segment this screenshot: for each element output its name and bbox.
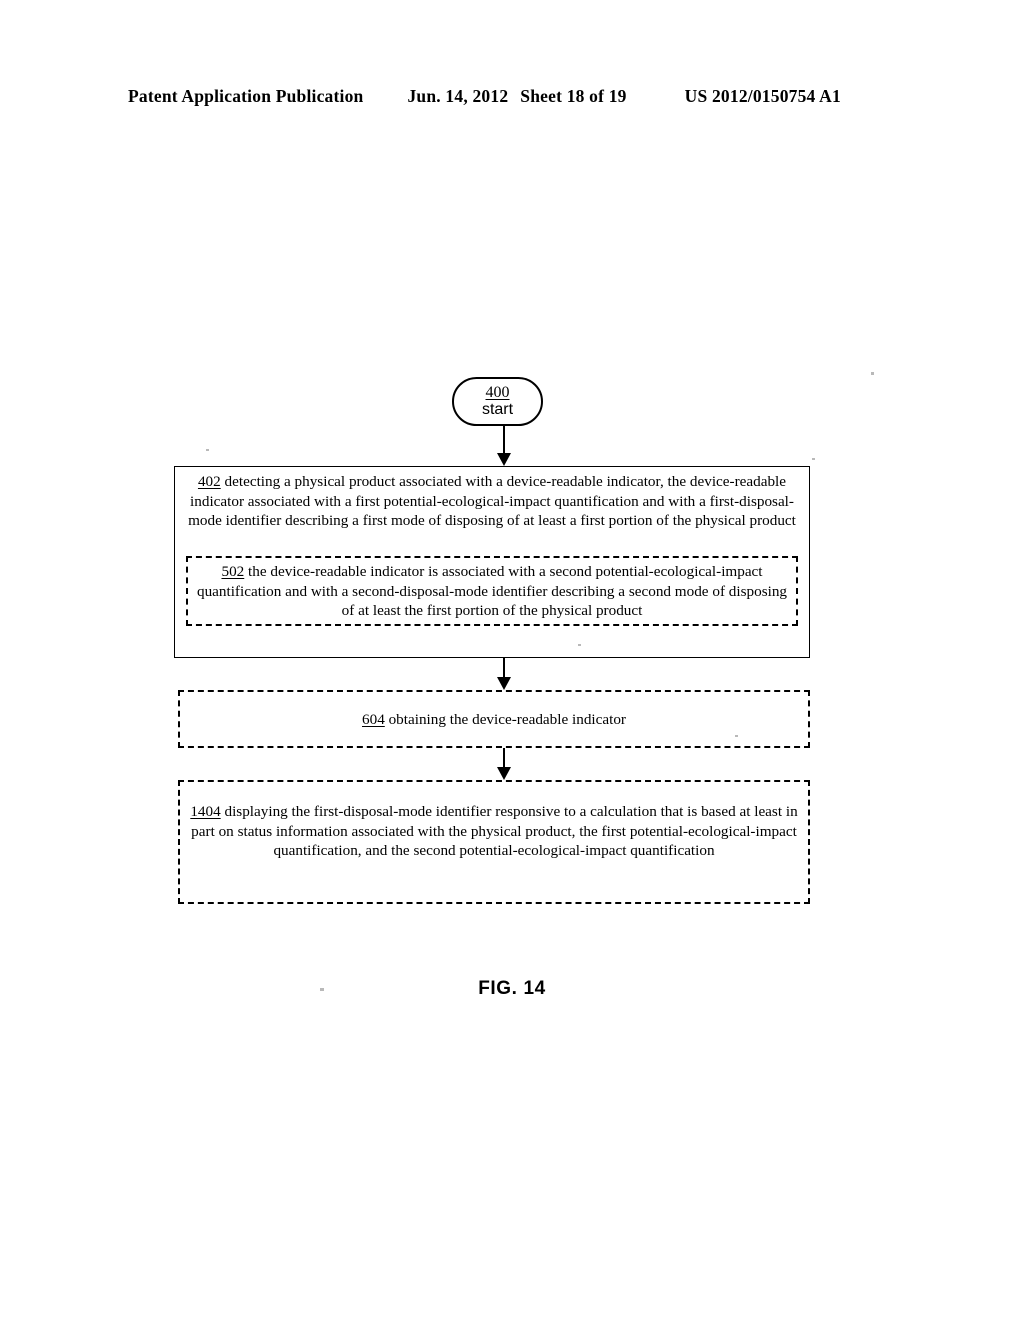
arrow-shaft (503, 426, 505, 454)
arrow-shaft (503, 748, 505, 768)
scan-speck (735, 735, 738, 737)
step-604-ref: 604 (362, 711, 385, 728)
flowchart-figure: 400 start 402 detecting a physical produ… (0, 0, 1024, 1320)
step-402-body: detecting a physical product associated … (188, 473, 796, 529)
connector-arrow-402-to-604 (497, 658, 511, 691)
step-402-text: 402 detecting a physical product associa… (175, 467, 809, 531)
start-node-ref: 400 (485, 384, 510, 401)
step-402-ref: 402 (197, 473, 221, 490)
step-502-body: the device-readable indicator is associa… (196, 563, 788, 619)
figure-caption: FIG. 14 (478, 978, 546, 999)
connector-arrow-start-to-402 (497, 426, 511, 467)
step-1404-text: 1404 displaying the first-disposal-mode … (180, 782, 808, 861)
scan-speck (206, 449, 209, 451)
scan-speck (578, 644, 581, 646)
step-1404-ref: 1404 (190, 803, 221, 820)
start-node-label: start (481, 401, 514, 418)
flowchart-start-node: 400 start (452, 377, 543, 426)
scan-speck (812, 458, 815, 460)
arrow-head (497, 677, 511, 690)
step-604-body: obtaining the device-readable indicator (388, 711, 626, 728)
flowchart-step-502: 502 the device-readable indicator is ass… (186, 556, 798, 626)
arrow-shaft (503, 658, 505, 678)
scan-speck (320, 988, 324, 991)
flowchart-step-1404: 1404 displaying the first-disposal-mode … (178, 780, 810, 904)
step-604-text: 604 obtaining the device-readable indica… (180, 692, 808, 730)
step-502-text: 502 the device-readable indicator is ass… (188, 558, 796, 621)
connector-arrow-604-to-1404 (497, 748, 511, 781)
step-1404-body: displaying the first-disposal-mode ident… (191, 803, 798, 859)
scan-speck (871, 372, 874, 375)
arrow-head (497, 767, 511, 780)
flowchart-step-604: 604 obtaining the device-readable indica… (178, 690, 810, 748)
step-502-ref: 502 (221, 563, 245, 580)
arrow-head (497, 453, 511, 466)
